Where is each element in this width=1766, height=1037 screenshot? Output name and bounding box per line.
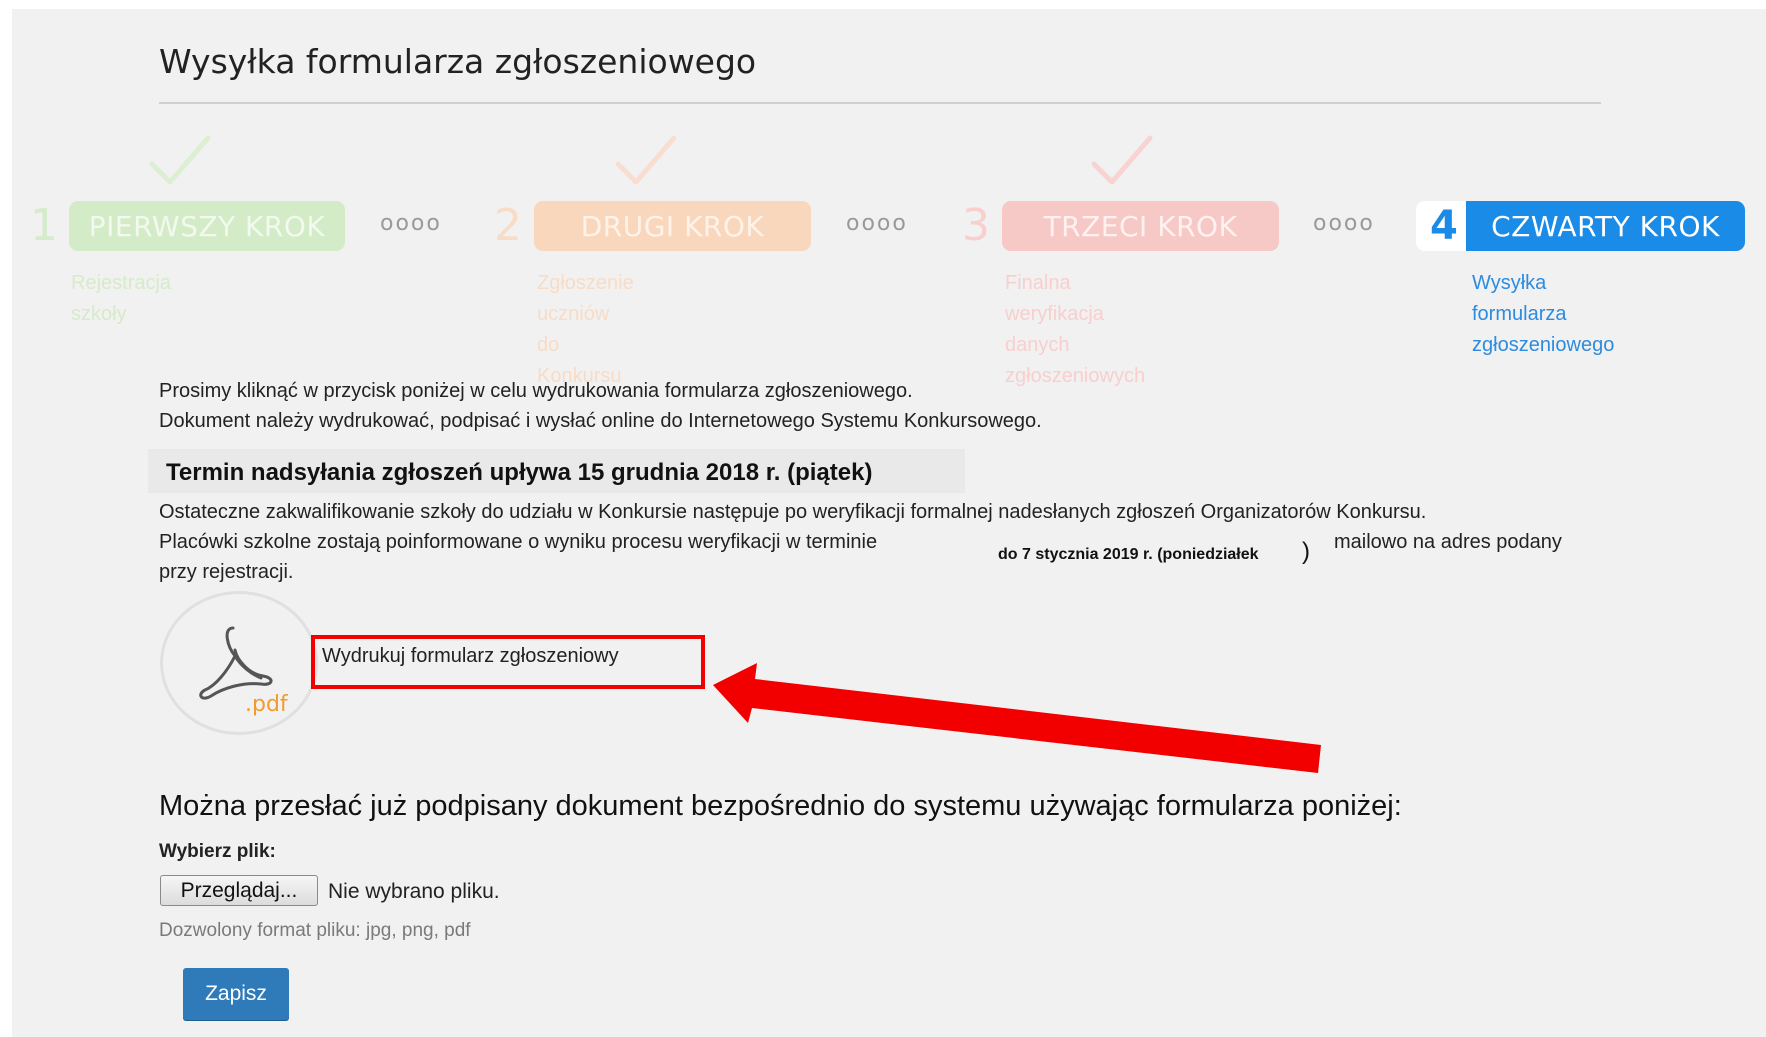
choose-file-label: Wybierz plik: (159, 841, 276, 862)
allowed-formats-hint: Dozwolony format pliku: jpg, png, pdf (159, 920, 471, 941)
no-file-status: Nie wybrano pliku. (328, 880, 500, 903)
browse-file-button[interactable]: Przeglądaj... (160, 875, 318, 906)
upload-heading: Można przesłać już podpisany dokument be… (159, 790, 1402, 822)
save-button[interactable]: Zapisz (183, 968, 289, 1020)
